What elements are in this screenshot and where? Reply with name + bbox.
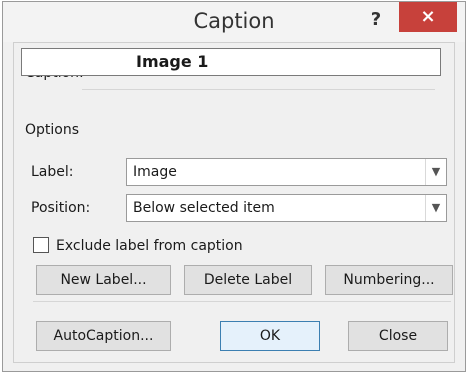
position-dropdown[interactable]: Below selected item ▼ — [126, 194, 447, 222]
label-field-label: Label: — [31, 164, 74, 180]
exclude-label-text: Exclude label from caption — [56, 238, 243, 254]
close-button[interactable]: Close — [348, 321, 448, 351]
label-dropdown[interactable]: Image ▼ — [126, 158, 447, 186]
position-field-label: Position: — [31, 200, 91, 216]
new-label-button[interactable]: New Label... — [36, 265, 171, 295]
chevron-down-icon[interactable]: ▼ — [425, 159, 446, 185]
delete-label-button[interactable]: Delete Label — [184, 265, 312, 295]
numbering-button[interactable]: Numbering... — [325, 265, 453, 295]
autocaption-button[interactable]: AutoCaption... — [36, 321, 171, 351]
label-dropdown-value: Image — [133, 164, 177, 180]
ok-button[interactable]: OK — [220, 321, 320, 351]
caption-input[interactable]: Image 1 — [21, 48, 441, 76]
dialog-body: Caption: Image 1 Options Label: Image ▼ … — [13, 42, 455, 363]
position-dropdown-value: Below selected item — [133, 200, 275, 216]
chevron-down-icon[interactable]: ▼ — [425, 195, 446, 221]
titlebar: Caption ? × — [3, 2, 465, 42]
button-row-separator — [33, 301, 451, 302]
close-window-button[interactable]: × — [399, 2, 457, 32]
options-divider — [82, 89, 435, 90]
help-button[interactable]: ? — [361, 7, 391, 33]
caption-dialog: Caption ? × Caption: Image 1 Options Lab… — [2, 1, 466, 372]
options-heading: Options — [25, 122, 80, 138]
dialog-title: Caption — [193, 9, 275, 33]
exclude-label-checkbox[interactable] — [33, 237, 49, 253]
